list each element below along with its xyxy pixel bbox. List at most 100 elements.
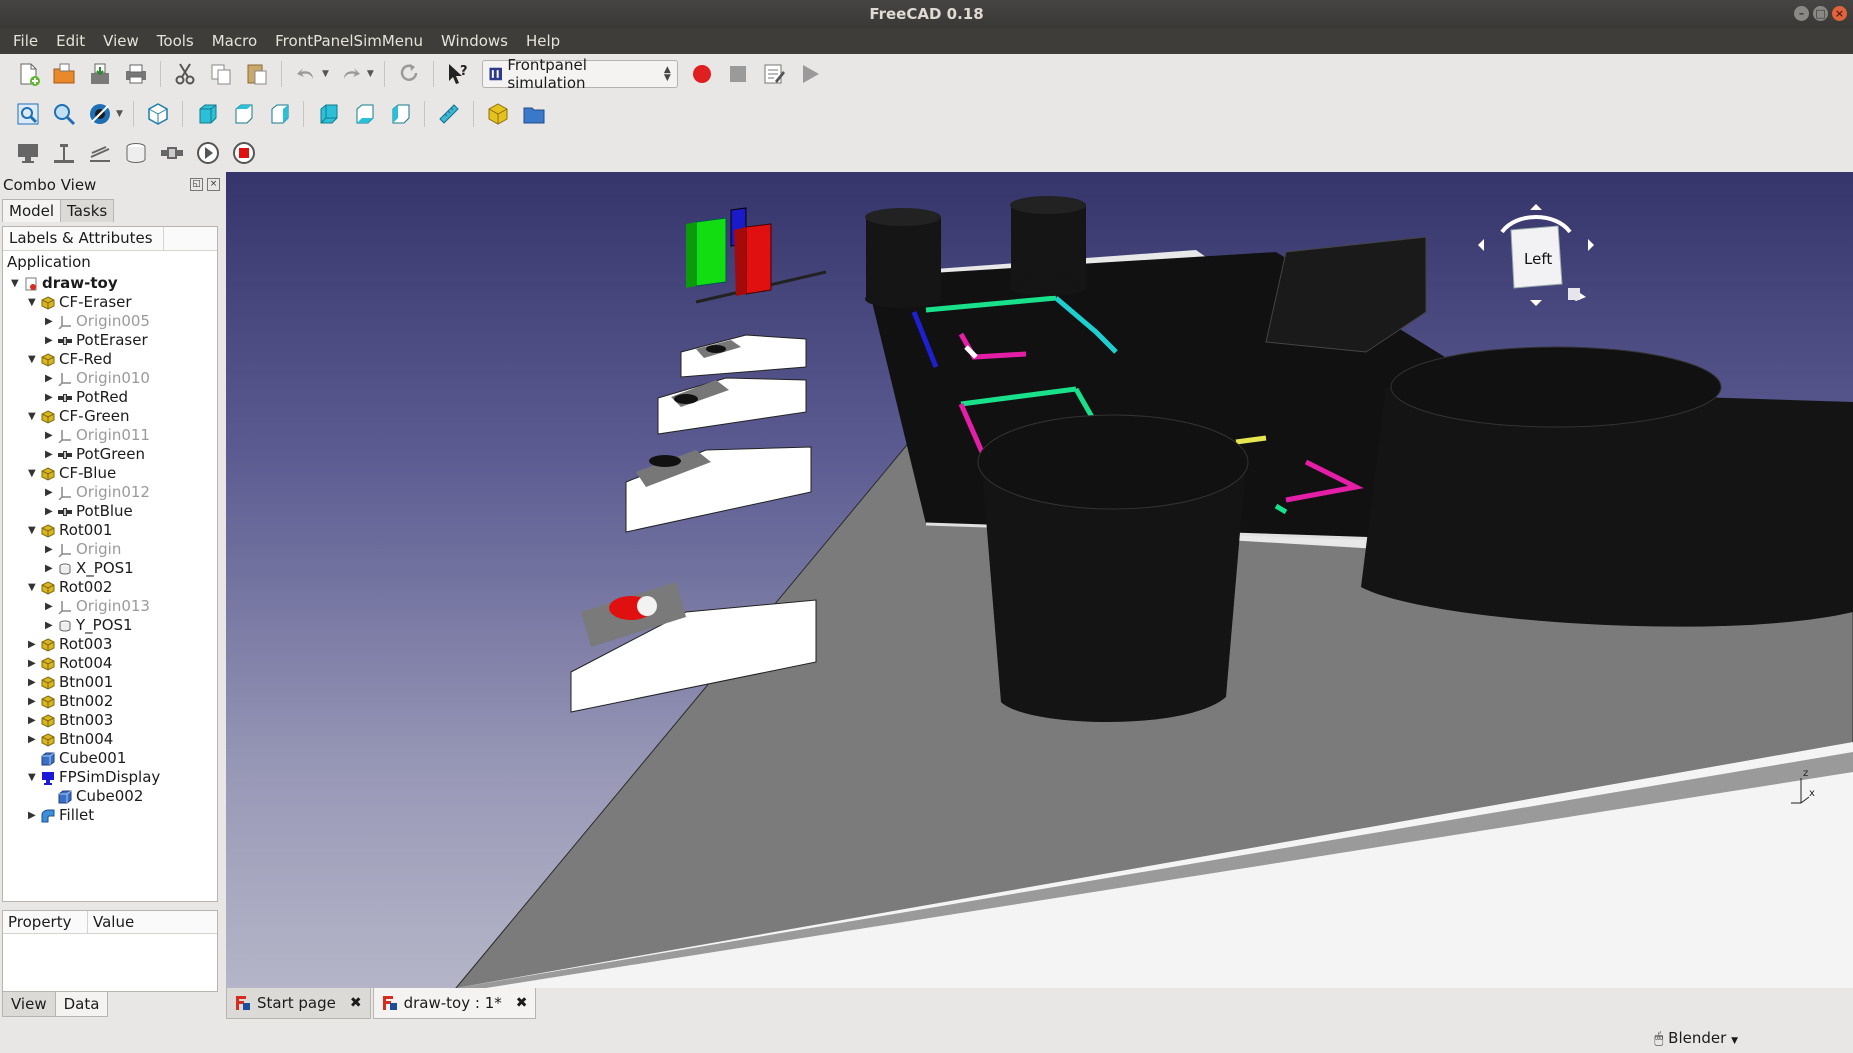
stop-icon[interactable] — [229, 138, 259, 168]
rear-view-icon[interactable] — [313, 99, 343, 129]
tree-item[interactable]: ▶ PotEraser — [3, 331, 217, 350]
expand-arrow-down-icon[interactable]: ▼ — [28, 407, 36, 426]
expand-arrow-right-icon[interactable]: ▶ — [28, 654, 36, 673]
expand-arrow-right-icon[interactable]: ▶ — [45, 559, 53, 578]
new-file-icon[interactable] — [13, 59, 43, 89]
scene-render[interactable] — [226, 172, 1853, 988]
property-column-header[interactable]: Property — [3, 911, 88, 933]
copy-icon[interactable] — [206, 59, 236, 89]
menu-view[interactable]: View — [94, 28, 148, 54]
top-view-icon[interactable] — [228, 99, 258, 129]
expand-arrow-right-icon[interactable]: ▶ — [28, 635, 36, 654]
measure-icon[interactable] — [434, 99, 464, 129]
menu-frontpanelsim[interactable]: FrontPanelSimMenu — [266, 28, 432, 54]
tree-item[interactable]: Cube001 — [3, 749, 217, 768]
expand-arrow-right-icon[interactable]: ▶ — [45, 426, 53, 445]
right-view-icon[interactable] — [264, 99, 294, 129]
tree-item[interactable]: ▶ X_POS1 — [3, 559, 217, 578]
refresh-icon[interactable] — [394, 59, 424, 89]
open-file-icon[interactable] — [49, 59, 79, 89]
button-icon[interactable] — [157, 138, 187, 168]
menu-file[interactable]: File — [4, 28, 47, 54]
slider-icon[interactable] — [49, 138, 79, 168]
cylinder-icon[interactable] — [121, 138, 151, 168]
group-icon[interactable] — [519, 99, 549, 129]
maximize-icon[interactable]: □ — [1813, 6, 1828, 21]
3d-view[interactable]: Left z x — [226, 172, 1853, 988]
front-view-icon[interactable] — [192, 99, 222, 129]
record-macro-icon[interactable] — [687, 59, 717, 89]
tree-item[interactable]: ▼ Rot001 — [3, 521, 217, 540]
tree-item[interactable]: ▼ CF-Red — [3, 350, 217, 369]
tree-item[interactable]: ▼ Rot002 — [3, 578, 217, 597]
redo-icon[interactable] — [336, 59, 366, 89]
doc-tab-draw-toy[interactable]: draw-toy : 1* ✖ — [372, 988, 537, 1019]
expand-arrow-down-icon[interactable]: ▼ — [28, 464, 36, 483]
tree-item[interactable]: ▶ Y_POS1 — [3, 616, 217, 635]
knob-top-2[interactable] — [1010, 196, 1086, 296]
rotation-icon[interactable] — [85, 138, 115, 168]
menu-edit[interactable]: Edit — [47, 28, 94, 54]
isometric-view-icon[interactable] — [143, 99, 173, 129]
tree-item[interactable]: ▶ Btn003 — [3, 711, 217, 730]
tree-item[interactable]: ▶ Origin012 — [3, 483, 217, 502]
run-macro-icon[interactable] — [795, 59, 825, 89]
expand-arrow-right-icon[interactable]: ▶ — [45, 502, 53, 521]
tree-item[interactable]: ▶ PotBlue — [3, 502, 217, 521]
print-icon[interactable] — [121, 59, 151, 89]
tree-item[interactable]: ▶ Origin010 — [3, 369, 217, 388]
tree-item[interactable]: ▶ Rot003 — [3, 635, 217, 654]
button-2[interactable] — [657, 377, 807, 435]
tab-view[interactable]: View — [2, 992, 56, 1017]
tree-item[interactable]: ▶ Rot004 — [3, 654, 217, 673]
menu-tools[interactable]: Tools — [148, 28, 203, 54]
doc-tab-start-page[interactable]: Start page ✖ — [226, 988, 371, 1019]
fit-selection-icon[interactable] — [49, 99, 79, 129]
left-view-icon[interactable] — [385, 99, 415, 129]
navigation-cube[interactable]: Left — [1476, 202, 1596, 312]
tab-model[interactable]: Model — [2, 199, 62, 222]
tree-item[interactable]: ▶ Fillet — [3, 806, 217, 825]
expand-arrow-right-icon[interactable]: ▶ — [45, 331, 53, 350]
expand-arrow-right-icon[interactable]: ▶ — [28, 711, 36, 730]
close-tab-icon[interactable]: ✖ — [350, 995, 362, 1011]
workbench-selector[interactable]: Frontpanel simulation ▲ ▼ — [481, 56, 678, 92]
expand-arrow-down-icon[interactable]: ▼ — [11, 274, 19, 293]
button-3[interactable] — [625, 446, 812, 533]
close-tab-icon[interactable]: ✖ — [516, 995, 528, 1011]
float-icon[interactable]: ◱ — [190, 178, 203, 191]
minimize-icon[interactable]: – — [1794, 6, 1809, 21]
value-column-header[interactable]: Value — [88, 911, 198, 933]
knob-big-right[interactable] — [1361, 346, 1853, 627]
paste-icon[interactable] — [242, 59, 272, 89]
knob-big-front[interactable] — [977, 414, 1249, 722]
cut-icon[interactable] — [170, 59, 200, 89]
expand-arrow-down-icon[interactable]: ▼ — [28, 768, 36, 787]
expand-arrow-right-icon[interactable]: ▶ — [45, 445, 53, 464]
tree-item[interactable]: ▶ Origin — [3, 540, 217, 559]
expand-arrow-down-icon[interactable]: ▼ — [28, 350, 36, 369]
expand-arrow-right-icon[interactable]: ▶ — [45, 312, 53, 331]
tree-item[interactable]: ▶ Btn004 — [3, 730, 217, 749]
tree-item[interactable]: ▶ PotRed — [3, 388, 217, 407]
tab-tasks[interactable]: Tasks — [60, 199, 115, 222]
tree-item[interactable]: ▼ CF-Green — [3, 407, 217, 426]
display-icon[interactable] — [13, 138, 43, 168]
green-slider[interactable] — [686, 217, 727, 288]
tree-item[interactable]: ▶ Origin013 — [3, 597, 217, 616]
expand-arrow-right-icon[interactable]: ▶ — [45, 483, 53, 502]
expand-arrow-down-icon[interactable]: ▼ — [28, 293, 36, 312]
tree-item[interactable]: Cube002 — [3, 787, 217, 806]
expand-arrow-right-icon[interactable]: ▶ — [28, 673, 36, 692]
knob-top-1[interactable] — [865, 208, 941, 308]
expand-arrow-down-icon[interactable]: ▼ — [28, 578, 36, 597]
stop-macro-icon[interactable] — [723, 59, 753, 89]
expand-arrow-right-icon[interactable]: ▶ — [45, 616, 53, 635]
tree-item[interactable]: ▶ Origin011 — [3, 426, 217, 445]
undo-dropdown-icon[interactable]: ▼ — [322, 69, 329, 79]
expand-arrow-right-icon[interactable]: ▶ — [28, 806, 36, 825]
tab-data[interactable]: Data — [54, 992, 109, 1017]
close-icon[interactable]: × — [1832, 6, 1847, 21]
redo-dropdown-icon[interactable]: ▼ — [367, 69, 374, 79]
expand-arrow-right-icon[interactable]: ▶ — [28, 692, 36, 711]
